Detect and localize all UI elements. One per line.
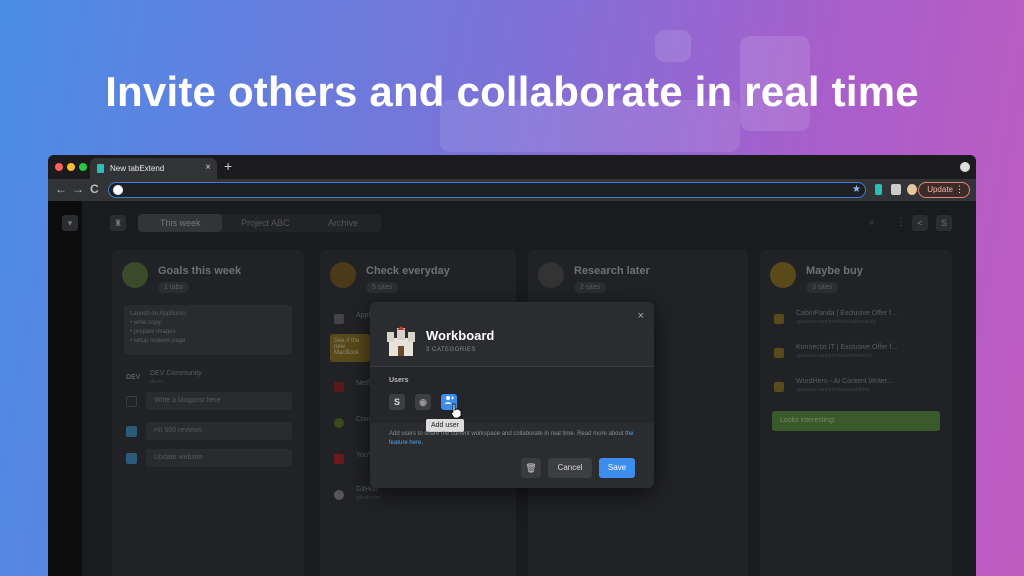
tabextend-extension-icon[interactable] [875, 184, 882, 195]
column-title: Research later [574, 265, 650, 277]
users-section [370, 367, 654, 423]
note-card[interactable]: See if the new MacBook [330, 334, 370, 362]
minimize-window-dot[interactable] [67, 163, 75, 171]
delete-button[interactable]: 🗑 [521, 458, 541, 478]
share-icon[interactable]: < [912, 215, 928, 231]
appsumo-icon [774, 314, 784, 324]
tab-archive[interactable]: Archive [328, 218, 358, 228]
hand-cursor-icon [450, 403, 462, 419]
modal-subtitle: 3 CATEGORIES [426, 347, 476, 353]
help-text: Add users to share the current workspace… [389, 431, 634, 446]
browser-tab[interactable]: New tabExtend × [90, 158, 217, 179]
apple-icon [334, 314, 344, 324]
address-bar[interactable]: ★ [108, 182, 866, 198]
link-cabinpanda[interactable]: CabinPanda | Exclusive Offer f... appsum… [796, 310, 897, 325]
tab-title: New tabExtend [110, 164, 165, 173]
back-arrow-icon[interactable]: ← [55, 182, 67, 196]
profile-icon[interactable] [960, 162, 970, 172]
appsumo-icon [774, 382, 784, 392]
castle-icon[interactable]: ♜ [110, 215, 126, 231]
user-placeholder-icon[interactable]: ◉ [415, 394, 431, 410]
more-options-icon[interactable]: ⋮ [896, 217, 906, 228]
close-window-dot[interactable] [55, 163, 63, 171]
sidebar-rail [48, 201, 82, 576]
todo-checkbox[interactable] [126, 396, 137, 407]
column-title: Goals this week [158, 265, 242, 277]
golf-flag-icon [122, 262, 148, 288]
todo-item[interactable]: Write a blogpost here [146, 392, 292, 410]
todo-checkbox[interactable] [126, 426, 137, 437]
tab-count[interactable]: 5 sites [366, 282, 399, 293]
users-label: Users [389, 377, 409, 384]
workboard-settings-modal: × Workboard 3 CATEGORIES Users S ◉ Add u… [370, 302, 654, 488]
tab-count[interactable]: 3 sites [806, 282, 839, 293]
todo-item[interactable]: Update website [146, 449, 292, 467]
tab-count[interactable]: 2 sites [574, 282, 607, 293]
save-button[interactable]: Save [599, 458, 635, 478]
puzzle-extensions-icon[interactable] [891, 184, 901, 195]
tabextend-favicon-icon [97, 164, 104, 173]
link-konnectzit[interactable]: Konnectzi IT | Exclusive Offer f... apps… [796, 344, 897, 359]
search-icon[interactable]: ⌕ [869, 217, 875, 228]
google-icon [113, 185, 123, 195]
decor-shape [655, 30, 691, 62]
browser-toolbar: ← → C ★ Update ⋮ [48, 179, 976, 201]
avatar[interactable] [907, 184, 917, 195]
coingecko-icon [334, 418, 344, 428]
column-goals: Goals this week 1 tabs Launch on AppSumo… [112, 250, 304, 576]
link-wordhero[interactable]: WordHero - AI Content Writer... appsumo.… [796, 378, 893, 393]
link-github[interactable]: GitHub github.com [356, 486, 380, 501]
more-menu-icon[interactable]: ⋮ [955, 184, 964, 195]
note-card[interactable]: Launch on AppSumo • write copy • prepare… [124, 305, 292, 355]
update-label: Update [927, 185, 953, 194]
forward-arrow-icon[interactable]: → [72, 182, 84, 196]
note-card[interactable]: Looks interesting! [772, 411, 940, 431]
money-face-icon [770, 262, 796, 288]
netflix-icon [334, 382, 344, 392]
cancel-button[interactable]: Cancel [548, 458, 592, 478]
trash-icon: 🗑 [525, 463, 537, 473]
flashlight-icon [538, 262, 564, 288]
user-s-avatar[interactable]: S [936, 215, 952, 231]
github-icon [334, 490, 344, 500]
modal-title: Workboard [426, 328, 495, 343]
youtube-icon [334, 454, 344, 464]
link-dev-community[interactable]: DEV Community dev.to [150, 370, 202, 385]
castle-icon [387, 326, 415, 356]
bookmark-star-icon[interactable]: ★ [852, 184, 861, 195]
user-avatar-s[interactable]: S [389, 394, 405, 410]
todo-item[interactable]: Hit 500 reviews [146, 422, 292, 440]
tab-count[interactable]: 1 tabs [158, 282, 190, 293]
tab-strip: New tabExtend × + [48, 155, 976, 179]
appsumo-icon [774, 348, 784, 358]
maximize-window-dot[interactable] [79, 163, 87, 171]
tab-close-icon[interactable]: × [205, 162, 211, 173]
chevron-down-icon[interactable]: ▾ [62, 215, 78, 231]
new-tab-button[interactable]: + [224, 158, 232, 174]
dev-favicon-icon: DEV [126, 374, 141, 381]
workspace-tabs: This week Project ABC Archive [138, 214, 381, 232]
tab-this-week[interactable]: This week [160, 218, 201, 228]
close-icon[interactable]: × [638, 310, 644, 322]
column-maybe-buy: Maybe buy 3 sites CabinPanda | Exclusive… [760, 250, 952, 576]
hero-headline: Invite others and collaborate in real ti… [105, 68, 919, 115]
column-title: Check everyday [366, 265, 450, 277]
todo-checkbox[interactable] [126, 453, 137, 464]
tent-icon [330, 262, 356, 288]
column-title: Maybe buy [806, 265, 863, 277]
update-button[interactable]: Update ⋮ [918, 182, 970, 198]
reload-icon[interactable]: C [90, 182, 99, 196]
tab-project-abc[interactable]: Project ABC [241, 218, 290, 228]
